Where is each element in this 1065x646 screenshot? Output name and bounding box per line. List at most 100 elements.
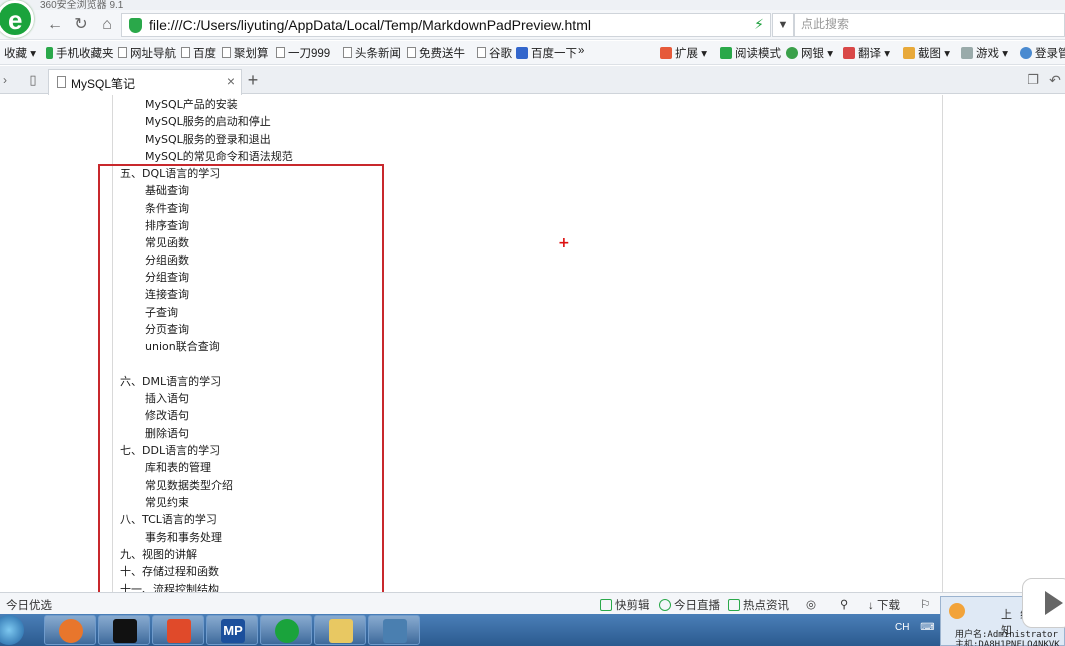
phone-icon (46, 47, 53, 59)
taskbar-firefox[interactable] (44, 615, 96, 645)
system-tray: CH ⌨ (895, 622, 935, 633)
bookmark-mobile-favorites[interactable]: 手机收藏夹 (46, 45, 114, 61)
video-play-button[interactable] (1022, 578, 1065, 628)
bookmark-item[interactable]: 一刀999 (276, 45, 330, 61)
outline-item: MySQL产品的安装 (145, 98, 238, 111)
bookmarks-bar: 收藏 ▾ 手机收藏夹 网址导航 百度 聚划算 一刀999 头条新闻 免费送牛 谷… (0, 41, 1065, 65)
taskbar-markdownpad[interactable]: MP (206, 615, 258, 645)
scissors-icon (903, 47, 915, 59)
window-titlebar: 360安全浏览器 9.1 (0, 0, 1065, 11)
outline-item: MySQL的常见命令和语法规范 (145, 150, 293, 163)
bookmark-item[interactable]: 免费送牛 (407, 45, 465, 61)
login-button[interactable]: 登录管 (1020, 45, 1065, 61)
bookmark-favorites[interactable]: 收藏 ▾ (4, 45, 36, 61)
today-picks-link[interactable]: 今日优选 (6, 597, 52, 613)
outline-item: MySQL服务的登录和退出 (145, 133, 271, 146)
tab-mysql-notes[interactable]: MySQL笔记 × (48, 69, 242, 95)
pin-icon[interactable]: ⚲ (840, 597, 848, 611)
gamepad-icon (961, 47, 973, 59)
downloads-button[interactable]: ↓ 下载 (868, 597, 900, 613)
play-icon (1045, 591, 1063, 615)
page-icon (222, 47, 231, 58)
content-right-border (942, 95, 943, 592)
document-list-icon[interactable]: ▯ (22, 69, 44, 91)
taskbar-cmd[interactable] (98, 615, 150, 645)
input-language[interactable]: CH (895, 622, 909, 633)
notification-host: 主机:DA8H1PNFLO4NKVK (955, 640, 1060, 646)
extensions-icon (660, 47, 672, 59)
tab-strip: › ▯ MySQL笔记 × + ❐ ↶ (0, 66, 1065, 95)
page-content: MySQL产品的安装 MySQL服务的启动和停止 MySQL服务的登录和退出 M… (0, 95, 1065, 592)
screenshot-menu[interactable]: 截图 ▾ (903, 45, 950, 61)
navigation-bar: ← ↻ ⌂ file:///C:/Users/liyuting/AppData/… (0, 10, 1065, 40)
paw-icon (516, 47, 528, 59)
compass-icon[interactable]: ◎ (806, 597, 816, 611)
page-icon (181, 47, 190, 58)
page-icon (343, 47, 352, 58)
bookmark-item[interactable]: 百度 (181, 45, 216, 61)
taskbar-recorder[interactable] (152, 615, 204, 645)
start-button[interactable] (0, 615, 24, 645)
taskbar: MP CH ⌨ (0, 614, 1065, 646)
page-icon (477, 47, 486, 58)
user-icon (1020, 47, 1032, 59)
news-icon (728, 599, 740, 611)
crosshair-cursor-icon: + (558, 235, 570, 251)
ebank-menu[interactable]: 网银 ▾ (786, 45, 833, 61)
markdownpad-icon: MP (221, 619, 245, 643)
new-tab-button[interactable]: + (244, 70, 262, 90)
outline-item: MySQL服务的启动和停止 (145, 115, 271, 128)
address-dropdown-button[interactable]: ▼ (772, 13, 794, 37)
book-icon (720, 47, 732, 59)
reload-icon[interactable]: ↻ (70, 14, 92, 36)
shield-icon (786, 47, 798, 59)
bookmarks-more-button[interactable]: » (578, 45, 584, 57)
search-input[interactable] (801, 17, 1051, 31)
translate-icon (843, 47, 855, 59)
extensions-menu[interactable]: 扩展 ▾ (660, 45, 707, 61)
address-url[interactable]: file:///C:/Users/liyuting/AppData/Local/… (149, 17, 591, 33)
reading-mode-button[interactable]: 阅读模式 (720, 45, 781, 61)
page-icon (118, 47, 127, 58)
dolphin-icon (383, 619, 407, 643)
folder-icon (329, 619, 353, 643)
user-avatar-icon (949, 603, 965, 619)
bookmark-item[interactable]: 谷歌 (477, 45, 512, 61)
back-arrow-icon[interactable]: ← (44, 14, 66, 36)
terminal-icon (113, 619, 137, 643)
hot-news-button[interactable]: 热点资讯 (728, 597, 789, 613)
address-bar[interactable]: file:///C:/Users/liyuting/AppData/Local/… (121, 13, 771, 37)
browser-icon (275, 619, 299, 643)
undo-close-icon[interactable]: ↶ (1044, 69, 1065, 91)
bookmark-item[interactable]: 聚划算 (222, 45, 269, 61)
play-circle-icon (659, 599, 671, 611)
security-shield-icon (129, 18, 142, 33)
translate-button[interactable]: 翻译 ▾ (843, 45, 890, 61)
flag-icon[interactable]: ⚐ (920, 597, 930, 611)
close-tab-icon[interactable]: × (227, 73, 235, 89)
bookmark-item[interactable]: 百度一下 (516, 45, 577, 61)
taskbar-360browser[interactable] (260, 615, 312, 645)
restore-tabs-icon[interactable]: ❐ (1022, 69, 1044, 91)
search-box[interactable] (794, 13, 1065, 37)
live-today-button[interactable]: 今日直播 (659, 597, 720, 613)
bookmark-item[interactable]: 头条新闻 (343, 45, 401, 61)
page-icon (407, 47, 416, 58)
bookmark-item[interactable]: 网址导航 (118, 45, 176, 61)
page-icon (276, 47, 285, 58)
home-icon[interactable]: ⌂ (96, 14, 118, 36)
keyboard-icon[interactable]: ⌨ (920, 622, 934, 633)
tab-label: MySQL笔记 (71, 77, 136, 91)
firefox-icon (59, 619, 83, 643)
quick-clip-button[interactable]: 快剪辑 (600, 597, 650, 613)
page-icon (57, 76, 66, 88)
games-menu[interactable]: 游戏 ▾ (961, 45, 1008, 61)
status-bar: 今日优选 快剪辑 今日直播 热点资讯 ◎ ⚲ ↓ 下载 ⚐ (0, 592, 1065, 614)
clip-icon (600, 599, 612, 611)
taskbar-mysql[interactable] (368, 615, 420, 645)
taskbar-explorer[interactable] (314, 615, 366, 645)
highlight-box (98, 164, 384, 592)
recorder-icon (167, 619, 191, 643)
speed-mode-icon[interactable]: ⚡ (754, 16, 764, 33)
sidebar-toggle-icon[interactable]: › (0, 69, 16, 91)
